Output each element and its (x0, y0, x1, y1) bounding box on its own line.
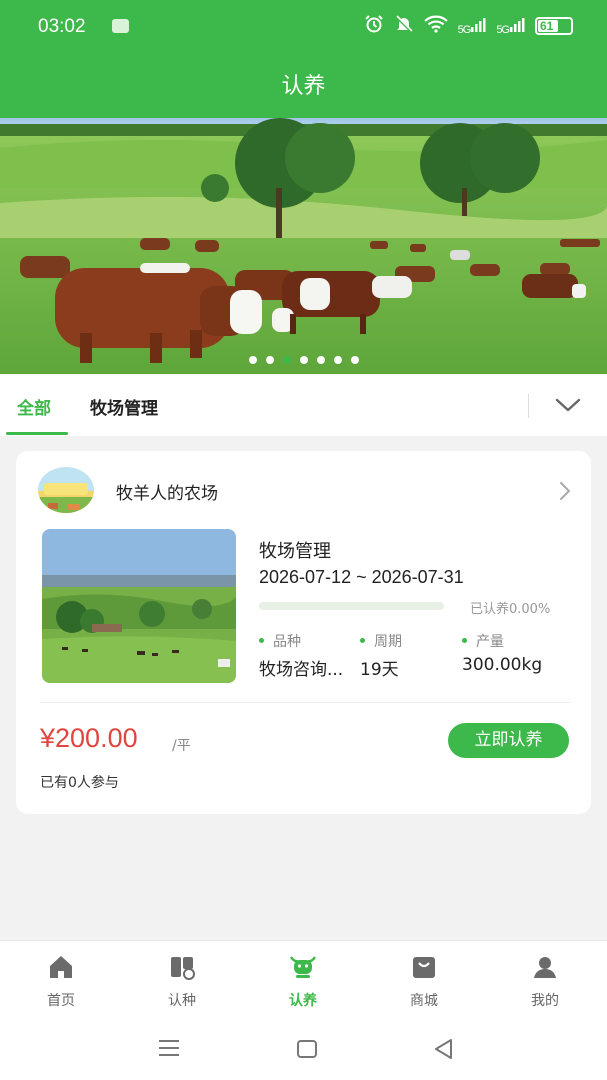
home-icon (50, 956, 72, 978)
tabbar-label: 首页 (47, 993, 75, 1009)
page-title: 认养 (281, 74, 326, 99)
chevron-down-icon[interactable] (554, 396, 582, 418)
battery-icon: 61 (535, 17, 573, 35)
tabbar-item-shop[interactable]: 商城 (384, 953, 464, 1010)
banner-carousel[interactable] (0, 118, 607, 374)
farm-name[interactable]: 牧羊人的农场 (116, 479, 218, 504)
tabbar-label: 认种 (168, 993, 196, 1009)
back-icon[interactable] (432, 1037, 456, 1061)
tabbar-label: 认养 (289, 993, 317, 1009)
bottom-tab-bar: 首页 认种 认养 商城 我的 (0, 940, 607, 1020)
category-tabs: 全部 牧场管理 (0, 374, 607, 436)
carousel-dot[interactable] (248, 356, 257, 364)
signal-icon-2: 5G (496, 17, 525, 36)
stat-value-yield: 300.00kg (462, 655, 543, 675)
adoption-progress-text: 已认养0.00% (470, 602, 551, 617)
wifi-icon (423, 15, 448, 37)
seed-icon (171, 957, 195, 980)
tab-active-indicator (6, 432, 68, 435)
adoption-card[interactable]: 牧羊人的农场 牧场管理 2026-07-12 ~ 2026-07-31 已认养0… (16, 451, 591, 814)
tab-divider (528, 394, 529, 418)
product-thumbnail[interactable] (42, 529, 236, 683)
adoption-progress-bar (259, 602, 444, 610)
carousel-indicator (0, 356, 607, 364)
stat-label-yield: 产量 (462, 631, 504, 651)
tabbar-label: 我的 (531, 993, 559, 1009)
tabbar-item-planting[interactable]: 认种 (142, 953, 222, 1010)
mute-icon (394, 14, 414, 38)
menu-icon[interactable] (157, 1038, 181, 1058)
carousel-dot[interactable] (299, 356, 308, 364)
stat-value-period: 19天 (360, 660, 399, 680)
app-header: 03:02 5G 5G 61 认养 (0, 0, 607, 118)
message-notification-icon (112, 19, 129, 33)
price-unit: /平 (172, 738, 191, 754)
status-icons: 5G 5G 61 (364, 14, 573, 38)
banner-image (0, 118, 607, 374)
product-title: 牧场管理 (259, 541, 331, 562)
user-icon (534, 957, 556, 978)
cow-icon (289, 956, 317, 978)
stat-label-period: 周期 (360, 631, 402, 651)
tabbar-item-adopt[interactable]: 认养 (263, 953, 343, 1010)
shop-icon (413, 957, 435, 978)
home-square-icon[interactable] (295, 1038, 319, 1060)
tabbar-item-mine[interactable]: 我的 (505, 953, 585, 1010)
card-divider (40, 702, 571, 703)
date-range: 2026-07-12 ~ 2026-07-31 (259, 567, 464, 587)
stat-value-breed: 牧场咨询... (259, 660, 344, 680)
farm-logo[interactable] (38, 467, 94, 513)
carousel-dot[interactable] (265, 356, 274, 364)
signal-icon-1: 5G (458, 17, 487, 36)
participant-count: 已有0人参与 (40, 775, 119, 791)
chevron-right-icon[interactable] (559, 481, 571, 505)
tab-all[interactable]: 全部 (17, 394, 51, 419)
status-time: 03:02 (38, 16, 86, 37)
tabbar-item-home[interactable]: 首页 (21, 953, 101, 1010)
alarm-icon (364, 14, 384, 38)
tabbar-label: 商城 (410, 993, 438, 1009)
carousel-dot-active[interactable] (282, 356, 291, 364)
carousel-dot[interactable] (316, 356, 325, 364)
price: ¥200.00 (40, 723, 138, 753)
status-bar: 03:02 5G 5G 61 (0, 0, 607, 56)
carousel-dot[interactable] (350, 356, 359, 364)
carousel-dot[interactable] (333, 356, 342, 364)
adopt-now-button[interactable]: 立即认养 (448, 723, 569, 758)
system-navigation-bar (0, 1020, 607, 1080)
stat-label-breed: 品种 (259, 631, 301, 651)
tab-ranch-management[interactable]: 牧场管理 (90, 394, 158, 419)
